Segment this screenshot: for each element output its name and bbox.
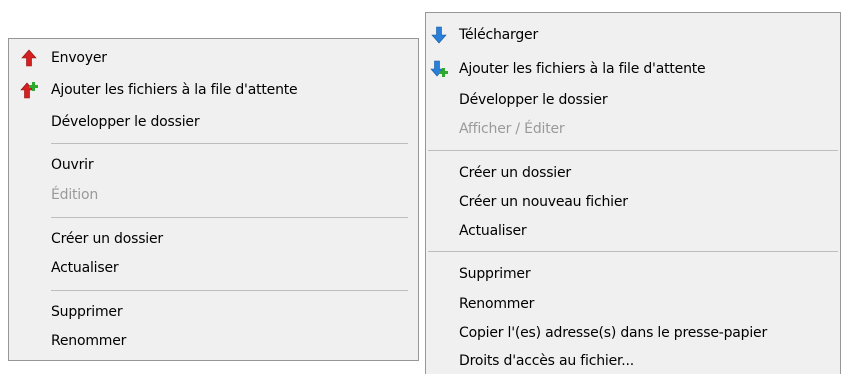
menu-item-refresh[interactable]: Actualiser xyxy=(9,256,418,280)
menu-item-label: Actualiser xyxy=(51,260,119,276)
menu-item-label: Créer un dossier xyxy=(459,165,571,181)
menu-item-label: Renommer xyxy=(51,333,127,349)
menu-item-label: Ajouter les fichiers à la file d'attente xyxy=(459,61,706,77)
menu-item-rename[interactable]: Renommer xyxy=(9,329,418,353)
menu-item-label: Développer le dossier xyxy=(51,114,200,130)
remote-context-menu: Télécharger Ajouter les fichiers à la fi… xyxy=(425,12,841,374)
menu-item-refresh[interactable]: Actualiser xyxy=(426,219,840,243)
menu-item-label: Télécharger xyxy=(459,27,539,43)
menu-item-expand-folder[interactable]: Développer le dossier xyxy=(426,88,840,112)
queue-upload-icon xyxy=(20,81,38,99)
menu-separator xyxy=(428,251,838,252)
menu-item-add-to-queue[interactable]: Ajouter les fichiers à la file d'attente xyxy=(9,78,418,102)
menu-item-copy-url[interactable]: Copier l'(es) adresse(s) dans le presse-… xyxy=(426,321,840,345)
menu-item-download[interactable]: Télécharger xyxy=(426,23,840,47)
menu-item-envoyer[interactable]: Envoyer xyxy=(9,46,418,70)
menu-separator xyxy=(51,217,408,218)
queue-download-icon xyxy=(430,60,448,78)
local-context-menu: Envoyer Ajouter les fichiers à la file d… xyxy=(8,38,419,361)
menu-item-label: Copier l'(es) adresse(s) dans le presse-… xyxy=(459,325,768,341)
menu-item-label: Ouvrir xyxy=(51,157,94,173)
menu-item-view-edit: Afficher / Éditer xyxy=(426,117,840,141)
menu-item-open[interactable]: Ouvrir xyxy=(9,153,418,177)
menu-item-create-file[interactable]: Créer un nouveau fichier xyxy=(426,190,840,214)
menu-item-label: Supprimer xyxy=(51,304,123,320)
menu-item-label: Créer un nouveau fichier xyxy=(459,194,628,210)
menu-item-file-permissions[interactable]: Droits d'accès au fichier... xyxy=(426,349,840,373)
menu-item-delete[interactable]: Supprimer xyxy=(9,300,418,324)
menu-separator xyxy=(428,150,838,151)
upload-arrow-icon xyxy=(20,49,38,67)
menu-item-add-to-queue[interactable]: Ajouter les fichiers à la file d'attente xyxy=(426,57,840,81)
menu-item-edit: Édition xyxy=(9,183,418,207)
menu-item-delete[interactable]: Supprimer xyxy=(426,262,840,286)
menu-separator xyxy=(51,143,408,144)
download-arrow-icon xyxy=(430,26,448,44)
menu-item-label: Droits d'accès au fichier... xyxy=(459,353,634,369)
menu-item-rename[interactable]: Renommer xyxy=(426,292,840,316)
menu-item-label: Afficher / Éditer xyxy=(459,121,565,137)
menu-item-label: Supprimer xyxy=(459,266,531,282)
menu-separator xyxy=(51,290,408,291)
menu-item-label: Envoyer xyxy=(51,50,107,66)
menu-item-create-folder[interactable]: Créer un dossier xyxy=(9,227,418,251)
menu-item-label: Renommer xyxy=(459,296,535,312)
menu-item-expand-folder[interactable]: Développer le dossier xyxy=(9,110,418,134)
menu-item-label: Actualiser xyxy=(459,223,527,239)
menu-item-label: Ajouter les fichiers à la file d'attente xyxy=(51,82,298,98)
menu-item-label: Édition xyxy=(51,187,99,203)
menu-item-label: Développer le dossier xyxy=(459,92,608,108)
menu-item-create-folder[interactable]: Créer un dossier xyxy=(426,161,840,185)
menu-item-label: Créer un dossier xyxy=(51,231,163,247)
